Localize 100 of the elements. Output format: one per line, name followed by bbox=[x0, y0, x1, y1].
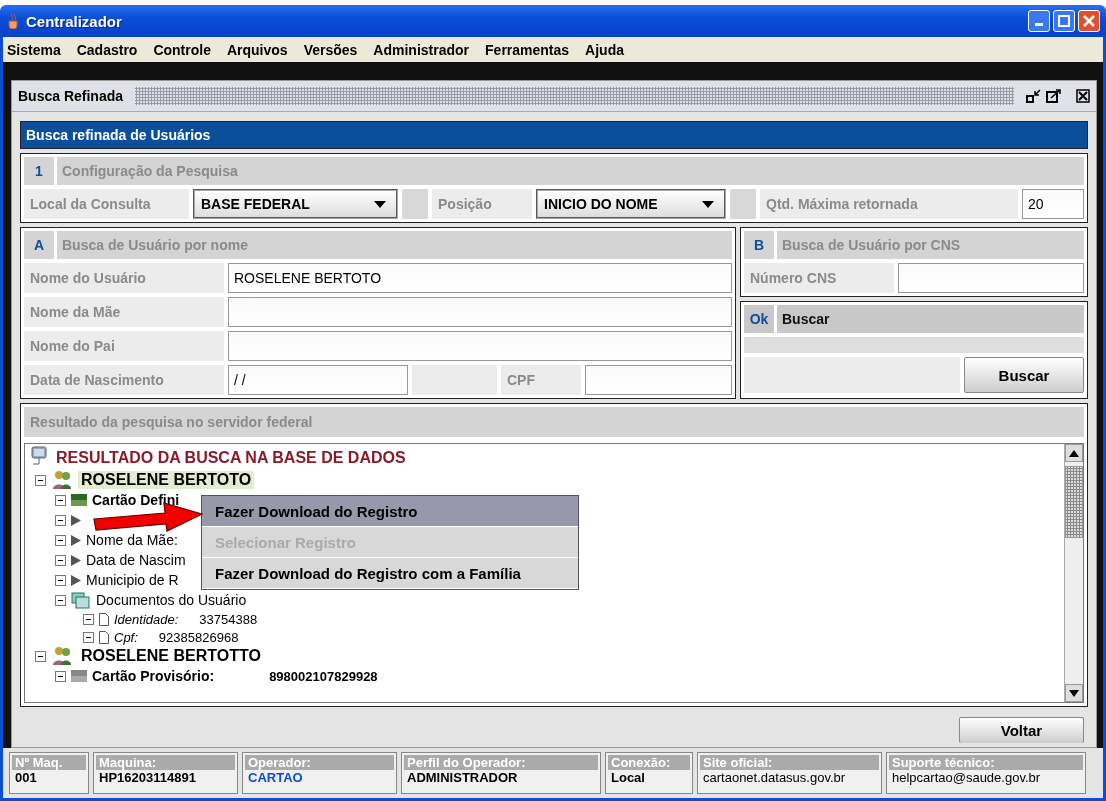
status-value: 001 bbox=[14, 770, 38, 785]
section-letter: A bbox=[24, 231, 54, 259]
status-value: HP16203114891 bbox=[98, 770, 197, 785]
minimize-button[interactable] bbox=[1028, 10, 1050, 32]
record-name[interactable]: ROSELENE BERTOTTO bbox=[78, 647, 264, 665]
collapse-icon[interactable] bbox=[55, 554, 66, 566]
back-button[interactable]: Voltar bbox=[959, 717, 1084, 743]
tree-label: Cartão Provisório: bbox=[92, 668, 215, 684]
dropdown[interactable]: BASE FEDERAL bbox=[193, 189, 398, 219]
tree-label: Cpf: bbox=[114, 629, 138, 645]
section-number: 1 bbox=[24, 157, 54, 185]
scroll-down-icon[interactable] bbox=[1069, 689, 1079, 697]
collapse-icon[interactable] bbox=[55, 670, 66, 682]
menu-item[interactable]: Ferramentas bbox=[485, 41, 570, 58]
field-label: Número CNS bbox=[744, 263, 894, 293]
record-name[interactable]: ROSELENE BERTOTO bbox=[78, 471, 255, 489]
close-icon bbox=[1083, 15, 1095, 27]
status-value: cartaonet.datasus.gov.br bbox=[702, 770, 847, 785]
menu-item[interactable]: Sistema bbox=[7, 41, 61, 58]
field-label: Nome do Usuário bbox=[24, 263, 224, 293]
menu-item[interactable]: Arquivos bbox=[226, 41, 288, 58]
menu-item[interactable]: Versões bbox=[303, 41, 358, 58]
tree-value: 92385826968 bbox=[158, 629, 239, 645]
document-icon bbox=[99, 612, 109, 626]
documents-icon bbox=[71, 591, 91, 609]
status-label: Suporte técnico: bbox=[889, 755, 1083, 770]
scroll-up-icon[interactable] bbox=[1069, 449, 1079, 457]
menu-item[interactable]: Ajuda bbox=[585, 41, 624, 58]
search-button[interactable]: Buscar bbox=[964, 357, 1084, 393]
scroll-thumb[interactable] bbox=[1065, 466, 1083, 538]
dropdown-arrow-icon bbox=[702, 200, 714, 208]
input-field[interactable] bbox=[898, 263, 1084, 293]
section-letter: B bbox=[744, 231, 774, 259]
section-letter: Ok bbox=[744, 305, 774, 333]
tree-root: RESULTADO DA BUSCA NA BASE DE DADOS bbox=[56, 449, 406, 467]
triangle-icon bbox=[71, 514, 81, 526]
tree-label: Data de Nascim bbox=[86, 552, 186, 568]
collapse-icon[interactable] bbox=[83, 613, 94, 625]
collapse-icon[interactable] bbox=[55, 594, 66, 606]
collapse-icon[interactable] bbox=[55, 574, 66, 586]
frame-title: Busca Refinada bbox=[18, 88, 124, 104]
tree-value: 898002107829928 bbox=[269, 668, 378, 684]
section-title: Configuração da Pesquisa bbox=[57, 157, 1084, 185]
collapse-icon[interactable] bbox=[55, 494, 66, 506]
triangle-icon bbox=[71, 554, 81, 566]
cup-icon bbox=[6, 13, 20, 29]
menu-item[interactable]: Cadastro bbox=[76, 41, 138, 58]
status-label: Conexão: bbox=[608, 755, 690, 770]
status-label: Maquina: bbox=[96, 755, 235, 770]
input-field[interactable] bbox=[585, 365, 732, 395]
minimize-icon bbox=[1035, 23, 1043, 26]
tree-label: Documentos do Usuário bbox=[96, 592, 247, 608]
card-icon bbox=[71, 494, 87, 506]
field-label: CPF bbox=[501, 365, 581, 395]
people-icon bbox=[51, 470, 73, 490]
section-title: Busca de Usuário por nome bbox=[57, 231, 732, 259]
card-icon bbox=[71, 670, 87, 682]
input-field[interactable] bbox=[228, 331, 732, 361]
tree-label: Identidade: bbox=[114, 611, 179, 627]
menu-item[interactable]: Administrador bbox=[373, 41, 470, 58]
maximize-button[interactable] bbox=[1053, 10, 1075, 32]
field-label: Local da Consulta bbox=[24, 189, 189, 219]
maximize-icon bbox=[1058, 15, 1070, 27]
people-icon bbox=[51, 646, 73, 666]
status-value: Local bbox=[610, 770, 646, 785]
status-label: Operador: bbox=[245, 755, 394, 770]
collapse-icon[interactable] bbox=[55, 514, 66, 526]
section-title: Busca de Usuário por CNS bbox=[777, 231, 1084, 259]
status-label: Perfil do Operador: bbox=[404, 755, 598, 770]
scrollbar[interactable] bbox=[1064, 444, 1083, 702]
collapse-icon[interactable] bbox=[83, 631, 94, 643]
collapse-icon[interactable] bbox=[35, 474, 46, 486]
context-menu-item[interactable]: Fazer Download do Registro bbox=[202, 496, 578, 527]
collapse-icon[interactable] bbox=[55, 534, 66, 546]
status-label: Site oficial: bbox=[700, 755, 879, 770]
document-icon bbox=[99, 630, 109, 644]
field-label: Qtd. Máxima retornada bbox=[760, 189, 1018, 219]
input-field[interactable]: ROSELENE BERTOTO bbox=[228, 263, 732, 293]
field-label: Nome da Mãe bbox=[24, 297, 224, 327]
date-field[interactable]: / / bbox=[228, 365, 408, 395]
dropdown[interactable]: INICIO DO NOME bbox=[536, 189, 726, 219]
triangle-icon bbox=[71, 534, 81, 546]
status-value: helpcartao@saude.gov.br bbox=[891, 770, 1042, 785]
panel-title: Busca refinada de Usuários bbox=[20, 121, 1088, 149]
blank-cell bbox=[730, 189, 756, 219]
input-field[interactable]: 20 bbox=[1022, 189, 1084, 219]
field-label: Posição bbox=[432, 189, 532, 219]
collapse-icon[interactable] bbox=[35, 650, 46, 662]
tree-value: 33754388 bbox=[199, 611, 258, 627]
field-label: Data de Nascimento bbox=[24, 365, 224, 395]
context-menu-item[interactable]: Fazer Download do Registro com a Família bbox=[202, 558, 578, 589]
input-field[interactable] bbox=[228, 297, 732, 327]
grip-pattern[interactable] bbox=[135, 87, 1014, 105]
close-icon[interactable] bbox=[1076, 89, 1090, 103]
menu-item[interactable]: Controle bbox=[153, 41, 211, 58]
restore-icon[interactable] bbox=[1026, 89, 1042, 103]
section-title: Buscar bbox=[777, 305, 1084, 333]
maximize-icon[interactable] bbox=[1046, 89, 1062, 103]
status-label: Nº Maq. bbox=[12, 755, 86, 770]
close-button[interactable] bbox=[1078, 10, 1100, 32]
